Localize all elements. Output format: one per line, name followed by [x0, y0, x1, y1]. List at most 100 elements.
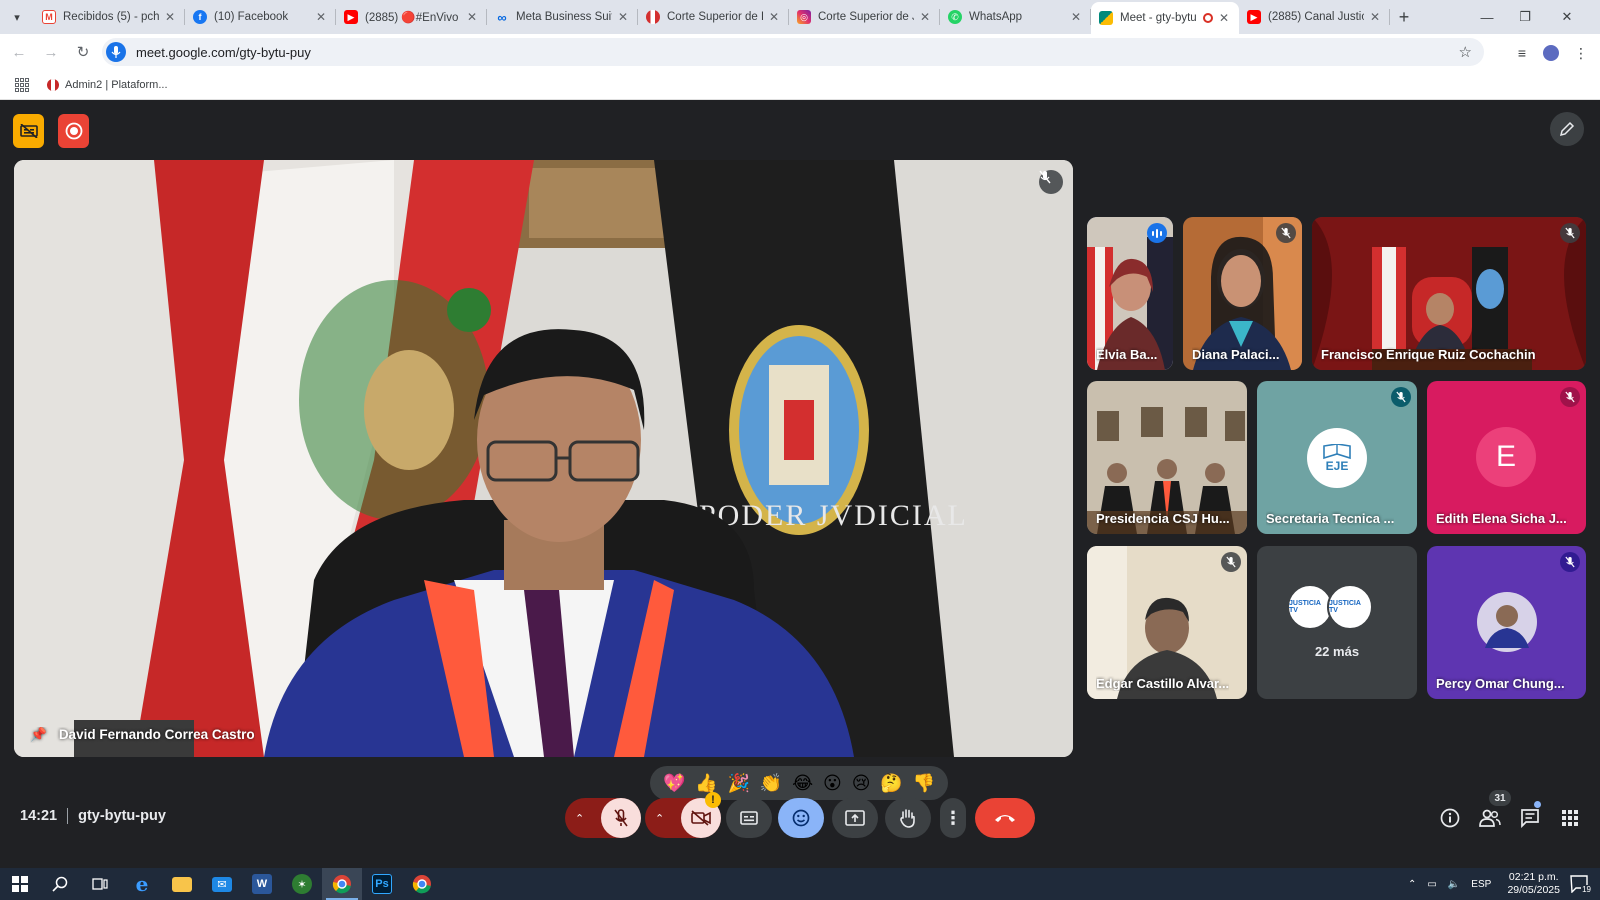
close-icon[interactable]: ✕	[1219, 11, 1229, 25]
reaction-thinking[interactable]: 🤔	[880, 774, 902, 792]
camera-options-chevron-icon[interactable]: ⌃	[655, 812, 664, 825]
close-icon[interactable]: ✕	[618, 10, 628, 24]
leave-call-button[interactable]	[975, 798, 1035, 838]
participant-name: Secretaria Tecnica ...	[1266, 511, 1395, 526]
close-icon[interactable]: ✕	[769, 10, 779, 24]
profile-avatar[interactable]	[1541, 43, 1561, 63]
reaction-party[interactable]: 🎉	[728, 774, 750, 792]
more-participants-tile[interactable]: JUSTICIA TV JUSTICIA TV 22 más	[1257, 546, 1417, 699]
present-screen-button[interactable]	[832, 798, 878, 838]
reload-icon[interactable]: ↻	[70, 43, 96, 61]
bookmark-star-icon[interactable]: ☆	[1459, 43, 1472, 61]
reaction-surprised[interactable]: 😮	[823, 774, 842, 792]
participant-name: Presidencia CSJ Hu...	[1096, 511, 1230, 526]
pen-edit-icon[interactable]	[1550, 112, 1584, 146]
close-icon[interactable]: ✕	[920, 10, 930, 24]
windows-start-icon[interactable]	[0, 868, 40, 900]
word-icon[interactable]: W	[242, 868, 282, 900]
bookmark-admin2[interactable]: Admin2 | Plataform...	[47, 78, 168, 91]
raise-hand-button[interactable]	[885, 798, 931, 838]
participant-tile[interactable]: E Edith Elena Sicha J...	[1427, 381, 1586, 534]
reaction-thumbs-up[interactable]: 👍	[695, 774, 717, 792]
recording-indicator-icon[interactable]	[58, 114, 89, 148]
file-explorer-icon[interactable]	[162, 868, 202, 900]
chrome-icon[interactable]	[322, 868, 362, 900]
reaction-laugh[interactable]: 😂	[792, 774, 813, 792]
mic-off-icon	[1039, 170, 1063, 194]
new-tab-button[interactable]: +	[1390, 7, 1418, 28]
notification-center-icon[interactable]: 19	[1570, 875, 1592, 894]
reaction-heart[interactable]: 💖	[663, 774, 685, 792]
search-icon[interactable]	[40, 868, 80, 900]
tab-gmail[interactable]: M Recibidos (5) - pchuro ✕	[34, 0, 185, 34]
microphone-site-icon[interactable]	[106, 42, 126, 62]
more-options-button[interactable]: ⋮	[940, 798, 966, 838]
close-icon[interactable]: ✕	[1071, 10, 1081, 24]
tab-meta-business[interactable]: ∞ Meta Business Suite ✕	[487, 0, 638, 34]
tab-instagram[interactable]: ◎ Corte Superior de Jus ✕	[789, 0, 940, 34]
tab-facebook[interactable]: f (10) Facebook ✕	[185, 0, 336, 34]
participant-tile[interactable]: Elvia Ba...	[1087, 217, 1173, 370]
people-icon	[1479, 809, 1501, 827]
people-button[interactable]	[1478, 806, 1502, 830]
activities-button[interactable]	[1558, 806, 1582, 830]
mic-off-icon	[1221, 552, 1241, 572]
close-icon[interactable]: ✕	[1370, 10, 1380, 24]
omnibox[interactable]: meet.google.com/gty-bytu-puy ☆	[102, 38, 1484, 66]
participant-tile[interactable]: Edgar Castillo Alvar...	[1087, 546, 1247, 699]
task-view-icon[interactable]	[80, 868, 120, 900]
taskbar-clock[interactable]: 02:21 p.m. 29/05/2025	[1507, 871, 1560, 897]
meeting-code: gty-bytu-puy	[78, 808, 166, 824]
participant-tile[interactable]: Diana Palaci...	[1183, 217, 1302, 370]
minimize-icon[interactable]: —	[1468, 0, 1506, 34]
photoshop-icon[interactable]: Ps	[362, 868, 402, 900]
close-icon[interactable]: ✕	[165, 10, 175, 24]
gmail-icon: M	[42, 10, 56, 24]
mic-options-chevron-icon[interactable]: ⌃	[575, 812, 584, 825]
url-text: meet.google.com/gty-bytu-puy	[136, 44, 311, 60]
participant-tile[interactable]: Percy Omar Chung...	[1427, 546, 1586, 699]
app-green-icon[interactable]: ✶	[282, 868, 322, 900]
pin-icon[interactable]: 📌	[30, 727, 47, 742]
edge-icon[interactable]: e	[122, 868, 162, 900]
tab-corte-piura[interactable]: Corte Superior de Piu ✕	[638, 0, 789, 34]
language-indicator[interactable]: ESP	[1471, 879, 1491, 890]
forward-icon[interactable]: →	[38, 44, 64, 61]
reaction-sad[interactable]: 😢	[852, 774, 871, 792]
more-menu-icon[interactable]: ⋮	[1571, 43, 1591, 63]
chat-button[interactable]	[1518, 806, 1542, 830]
mail-icon[interactable]: ✉	[202, 868, 242, 900]
reactions-button[interactable]	[778, 798, 824, 838]
captions-button[interactable]	[726, 798, 772, 838]
main-video-tile[interactable]: PODER JVDICIAL 📌 David Fernando Correa Ca…	[14, 160, 1073, 757]
mic-off-button[interactable]	[601, 798, 641, 838]
close-window-icon[interactable]: ✕	[1548, 0, 1586, 34]
back-icon[interactable]: ←	[6, 44, 32, 61]
participant-name: Edith Elena Sicha J...	[1436, 511, 1567, 526]
browser-tab-strip: ▾ M Recibidos (5) - pchuro ✕ f (10) Face…	[0, 0, 1600, 34]
volume-icon[interactable]: 🔈	[1448, 879, 1460, 890]
participant-tile[interactable]: Francisco Enrique Ruiz Cochachin	[1312, 217, 1586, 370]
media-control-icon[interactable]: ≡	[1512, 43, 1532, 63]
tab-youtube-live[interactable]: ▶ (2885) 🔴#EnVivo | A ✕	[336, 0, 487, 34]
tab-title: Corte Superior de Jus	[818, 11, 914, 23]
tab-whatsapp[interactable]: ✆ WhatsApp ✕	[940, 0, 1091, 34]
captions-off-icon[interactable]	[13, 114, 44, 148]
tab-google-meet[interactable]: Meet - gty-bytu- ✕	[1091, 2, 1239, 34]
apps-grid-icon[interactable]	[15, 77, 29, 92]
participant-tile[interactable]: Presidencia CSJ Hu...	[1087, 381, 1247, 534]
reaction-clap[interactable]: 👏	[760, 774, 782, 792]
warning-badge-icon: !	[705, 792, 721, 808]
tray-chevron-icon[interactable]: ⌃	[1408, 879, 1416, 890]
chrome-profile-icon[interactable]	[402, 868, 442, 900]
close-icon[interactable]: ✕	[316, 10, 326, 24]
mic-off-icon	[1560, 223, 1580, 243]
participant-tile[interactable]: EJE Secretaria Tecnica ...	[1257, 381, 1417, 534]
meeting-details-button[interactable]	[1438, 806, 1462, 830]
network-icon[interactable]: ▭	[1427, 879, 1436, 890]
restore-icon[interactable]: ❐	[1506, 0, 1544, 34]
reaction-thumbs-down[interactable]: 👎	[913, 774, 935, 792]
tab-search-icon[interactable]: ▾	[0, 0, 34, 34]
close-icon[interactable]: ✕	[467, 10, 477, 24]
tab-canal-justicia[interactable]: ▶ (2885) Canal Justicia ✕	[1239, 0, 1390, 34]
